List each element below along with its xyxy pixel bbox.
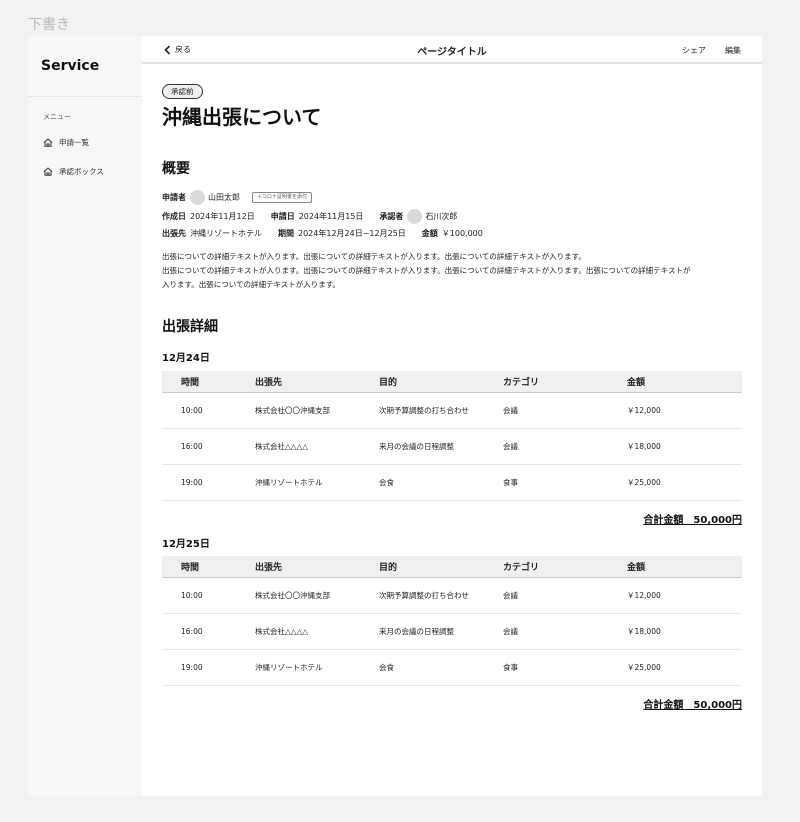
menu-heading: メニュー [43, 113, 71, 121]
amount-cell: ￥18,000 [627, 428, 742, 465]
amount-value: ￥100,000 [441, 229, 483, 238]
description-text: 出張についての詳細テキストが入ります。出張についての詳細テキストが入ります。出張… [162, 250, 742, 292]
column-header: カテゴリ [503, 556, 627, 578]
purpose-cell: 会食 [379, 464, 503, 501]
time-cell: 19:00 [162, 649, 255, 686]
table-header: 時間 出張先 目的 カテゴリ 金額 [162, 371, 742, 393]
amount-cell: ￥12,000 [627, 577, 742, 614]
sidebar-item-label: 承認ボックス [59, 167, 104, 176]
applicant-name: 山田太郎 [208, 193, 240, 202]
place-cell: 沖縄リゾートホテル [255, 464, 379, 501]
description-line: 出張についての詳細テキストが入ります。出張についての詳細テキストが入ります。出張… [162, 266, 691, 275]
purpose-cell: 次期予算調整の打ち合わせ [379, 392, 503, 429]
approver-name: 石川次郎 [425, 212, 458, 221]
trip-row: 出張先 沖縄リゾートホテル 期間 2024年12月24日~12月25日 金額 ￥… [162, 228, 483, 239]
time-cell: 16:00 [162, 613, 255, 650]
category-cell: 会議 [503, 577, 627, 614]
amount-cell: ￥25,000 [627, 464, 742, 501]
column-header: 時間 [162, 371, 255, 393]
period-value: 2024年12月24日~12月25日 [298, 229, 406, 238]
main-content: 戻る ページタイトル シェア 編集 承認前 沖縄出張について 概要 申請者 山田… [142, 36, 762, 796]
table-header: 時間 出張先 目的 カテゴリ 金額 [162, 556, 742, 578]
sidebar-divider [28, 96, 142, 97]
draft-label: 下書き [28, 17, 70, 33]
approver-label: 承認者 [379, 212, 404, 221]
itinerary-table: 時間 出張先 目的 カテゴリ 金額 10:00 株式会社〇〇沖縄支部 次期予算調… [162, 556, 742, 686]
day-title: 12月25日 [162, 539, 210, 550]
description-line: 入ります。出張についての詳細テキストが入ります。 [162, 280, 341, 289]
table-row: 10:00 株式会社〇〇沖縄支部 次期予算調整の打ち合わせ 会議 ￥12,000 [162, 577, 742, 614]
sidebar-item-approval-box[interactable]: 承認ボックス [43, 166, 104, 177]
purpose-cell: 次期予算調整の打ち合わせ [379, 577, 503, 614]
amount-label: 金額 [421, 229, 438, 238]
details-title: 出張詳細 [162, 319, 218, 335]
attach-certificate-button[interactable]: ＋コロナ証明書を添付 [252, 192, 313, 203]
created-label: 作成日 [162, 212, 186, 221]
sidebar-item-applications[interactable]: 申請一覧 [43, 137, 89, 148]
applicant-label: 申請者 [162, 193, 186, 202]
amount-cell: ￥12,000 [627, 392, 742, 429]
amount-cell: ￥18,000 [627, 613, 742, 650]
home-icon [43, 167, 53, 176]
applied-label: 申請日 [270, 212, 295, 221]
purpose-cell: 会食 [379, 649, 503, 686]
request-heading: 沖縄出張について [162, 105, 322, 129]
column-header: 金額 [627, 371, 742, 393]
column-header: 出張先 [255, 371, 379, 393]
column-header: 目的 [379, 556, 503, 578]
table-row: 16:00 株式会社△△△△ 来月の会議の日程調整 会議 ￥18,000 [162, 613, 742, 650]
applicant-row: 申請者 山田太郎 ＋コロナ証明書を添付 [162, 190, 313, 205]
destination-value: 沖縄リゾートホテル [190, 229, 262, 238]
status-badge: 承認前 [162, 84, 203, 99]
column-header: 時間 [162, 556, 255, 578]
description-line: 出張についての詳細テキストが入ります。出張についての詳細テキストが入ります。出張… [162, 252, 586, 261]
table-row: 16:00 株式会社△△△△ 来月の会議の日程調整 会議 ￥18,000 [162, 428, 742, 465]
top-bar: 戻る ページタイトル シェア 編集 [142, 36, 762, 64]
time-cell: 16:00 [162, 428, 255, 465]
time-cell: 19:00 [162, 464, 255, 501]
day-total: 合計金額 50,000円 [643, 515, 742, 526]
column-header: カテゴリ [503, 371, 627, 393]
share-button[interactable]: シェア [682, 45, 706, 56]
brand-logo: Service [41, 58, 100, 74]
place-cell: 株式会社△△△△ [255, 613, 379, 650]
purpose-cell: 来月の会議の日程調整 [379, 428, 503, 465]
place-cell: 沖縄リゾートホテル [255, 649, 379, 686]
column-header: 金額 [627, 556, 742, 578]
category-cell: 会議 [503, 392, 627, 429]
column-header: 出張先 [255, 556, 379, 578]
category-cell: 会議 [503, 613, 627, 650]
place-cell: 株式会社〇〇沖縄支部 [255, 577, 379, 614]
purpose-cell: 来月の会議の日程調整 [379, 613, 503, 650]
time-cell: 10:00 [162, 392, 255, 429]
app-frame: Service メニュー 申請一覧 承認ボックス 戻る ページタイトル シェア … [28, 36, 762, 796]
table-row: 19:00 沖縄リゾートホテル 会食 食事 ￥25,000 [162, 464, 742, 501]
column-header: 目的 [379, 371, 503, 393]
destination-label: 出張先 [162, 229, 186, 238]
applied-date: 2024年11月15日 [298, 212, 364, 221]
table-row: 10:00 株式会社〇〇沖縄支部 次期予算調整の打ち合わせ 会議 ￥12,000 [162, 392, 742, 429]
overview-title: 概要 [162, 161, 190, 177]
dates-row: 作成日 2024年11月12日 申請日 2024年11月15日 承認者 石川次郎 [162, 209, 457, 224]
created-date: 2024年11月12日 [190, 212, 255, 221]
category-cell: 食事 [503, 464, 627, 501]
place-cell: 株式会社〇〇沖縄支部 [255, 392, 379, 429]
period-label: 期間 [278, 229, 294, 238]
page-title: ページタイトル [417, 47, 487, 58]
avatar [190, 190, 205, 205]
place-cell: 株式会社△△△△ [255, 428, 379, 465]
avatar [407, 209, 423, 224]
sidebar-item-label: 申請一覧 [59, 138, 89, 147]
edit-button[interactable]: 編集 [725, 45, 741, 56]
day-total: 合計金額 50,000円 [643, 700, 742, 711]
sidebar: Service メニュー 申請一覧 承認ボックス [28, 36, 142, 796]
day-title: 12月24日 [162, 353, 210, 364]
home-icon [43, 138, 53, 147]
category-cell: 会議 [503, 428, 627, 465]
amount-cell: ￥25,000 [627, 649, 742, 686]
table-row: 19:00 沖縄リゾートホテル 会食 食事 ￥25,000 [162, 649, 742, 686]
category-cell: 食事 [503, 649, 627, 686]
time-cell: 10:00 [162, 577, 255, 614]
itinerary-table: 時間 出張先 目的 カテゴリ 金額 10:00 株式会社〇〇沖縄支部 次期予算調… [162, 371, 742, 501]
